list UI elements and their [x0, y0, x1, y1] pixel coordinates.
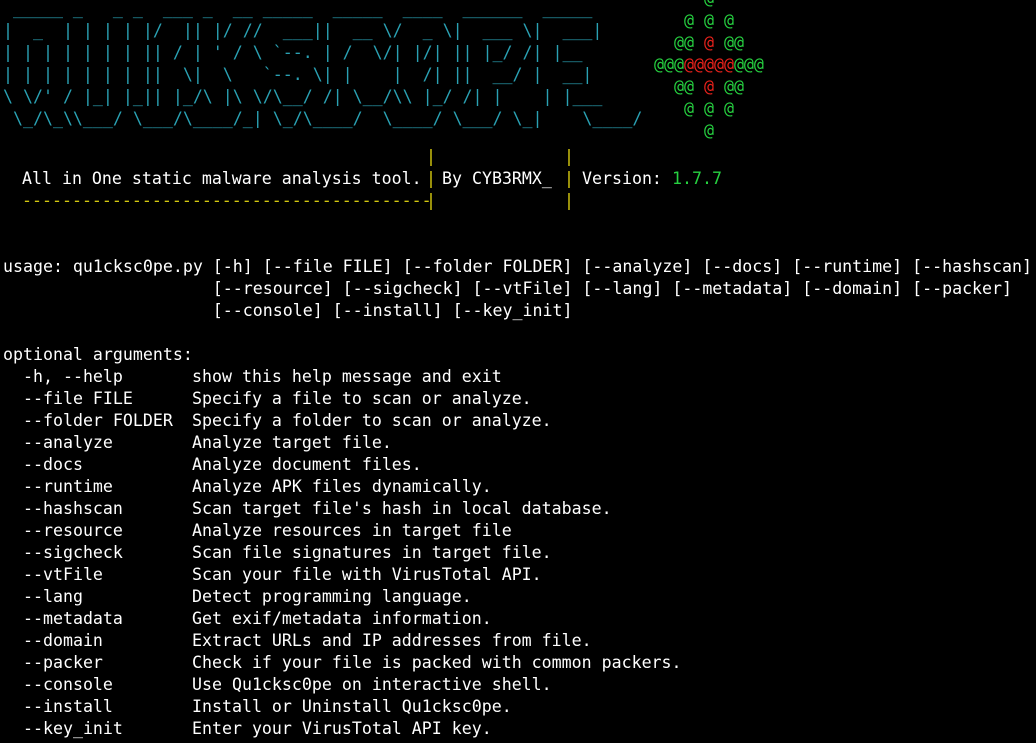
- argument-flag: --resource: [23, 521, 123, 540]
- emblem-glyph: @@@@@: [683, 55, 734, 74]
- argument-description: Detect programming language.: [192, 587, 472, 606]
- argument-flag: --sigcheck: [23, 543, 123, 562]
- argument-description: Enter your VirusTotal API key.: [192, 719, 492, 738]
- argument-description: Get exif/metadata information.: [192, 609, 492, 628]
- emblem-glyph: @ @ @: [684, 11, 734, 30]
- info-separator-mid-2: |: [564, 169, 574, 188]
- argument-description: Specify a folder to scan or analyze.: [192, 411, 552, 430]
- argument-flag: --lang: [23, 587, 83, 606]
- emblem-glyph: @: [704, 121, 714, 140]
- argument-flag: --folder FOLDER: [23, 411, 173, 430]
- argument-description: Analyze target file.: [192, 433, 392, 452]
- argument-description: Scan your file with VirusTotal API.: [192, 565, 542, 584]
- argument-flag: --metadata: [23, 609, 123, 628]
- emblem-row: @ @ @: [684, 10, 734, 32]
- emblem-row: @ @ @: [684, 98, 734, 120]
- emblem-glyph: @@@: [654, 55, 684, 74]
- info-separator-top-1: |: [426, 147, 436, 166]
- argument-description: Specify a file to scan or analyze.: [192, 389, 532, 408]
- info-separator-top-2: |: [564, 147, 574, 166]
- terminal-window[interactable]: _____ _ _ _ ___ _ __ _____ _____ ____ __…: [0, 0, 1036, 743]
- usage-line-2: [--resource] [--sigcheck] [--vtFile] [--…: [3, 279, 1013, 298]
- argument-flag: --hashscan: [23, 499, 123, 518]
- argument-flag: --key_init: [23, 719, 123, 738]
- argument-description: Analyze resources in target file: [192, 521, 512, 540]
- emblem-row: @: [704, 120, 714, 142]
- usage-line-3: [--console] [--install] [--key_init]: [3, 301, 573, 320]
- argument-flag: --install: [23, 697, 113, 716]
- emblem-row: @: [704, 0, 714, 10]
- info-separator-bottom-1: |: [426, 191, 436, 210]
- argument-flag: --analyze: [23, 433, 113, 452]
- argument-description: Analyze document files.: [192, 455, 422, 474]
- argument-description: show this help message and exit: [192, 367, 502, 386]
- emblem-glyph: @@: [674, 33, 704, 52]
- argument-flag: --vtFile: [23, 565, 103, 584]
- info-separator-bottom-2: |: [564, 191, 574, 210]
- emblem-glyph: @: [704, 0, 714, 8]
- argument-flag: --runtime: [23, 477, 113, 496]
- logo-line: \ \/' / |_| |_|| |_/\ |\ \/\__/ /| \__/\…: [3, 87, 613, 106]
- logo-line: | | | | | | | || \| \ `--. \| | | /| || …: [3, 65, 603, 84]
- emblem-row: @@ @ @@: [674, 32, 744, 54]
- emblem-glyph: @@: [713, 77, 744, 96]
- usage-line-1: usage: qu1cksc0pe.py [-h] [--file FILE] …: [3, 257, 1032, 276]
- author-label: By CYB3RMX_: [442, 169, 552, 188]
- info-separator-mid-1: |: [426, 169, 436, 188]
- emblem-glyph: @@@: [733, 55, 764, 74]
- argument-flag: -h, --help: [23, 367, 123, 386]
- version-value: 1.7.7: [672, 169, 722, 188]
- argument-description: Install or Uninstall Qu1cksc0pe.: [192, 697, 512, 716]
- emblem-glyph: @: [703, 33, 714, 52]
- tool-description: All in One static malware analysis tool.: [22, 169, 422, 188]
- argument-description: Analyze APK files dynamically.: [192, 477, 492, 496]
- optional-arguments-heading: optional arguments:: [3, 345, 193, 364]
- argument-description: Scan target file's hash in local databas…: [192, 499, 612, 518]
- argument-flag: --packer: [23, 653, 103, 672]
- emblem-glyph: @: [703, 77, 714, 96]
- argument-description: Extract URLs and IP addresses from file.: [192, 631, 592, 650]
- version-label: Version:: [582, 169, 662, 188]
- logo-line: | _ | | | | |/ || |/ // ___|| __ \/ _ \|…: [3, 21, 603, 40]
- argument-flag: --docs: [23, 455, 83, 474]
- emblem-row: @@@@@@@@@@@: [654, 54, 764, 76]
- logo-line: _____ _ _ _ ___ _ __ _____ _____ ____ __…: [3, 0, 603, 18]
- emblem-glyph: @ @ @: [684, 99, 734, 118]
- logo-line: \_/\_\\___/ \___/\____/_| \_/\____/ \___…: [3, 109, 653, 128]
- argument-flag: --domain: [23, 631, 103, 650]
- emblem-row: @@ @ @@: [674, 76, 744, 98]
- argument-flag: --file FILE: [23, 389, 133, 408]
- emblem-glyph: @@: [713, 33, 744, 52]
- argument-description: Scan file signatures in target file.: [192, 543, 552, 562]
- argument-description: Use Qu1cksc0pe on interactive shell.: [192, 675, 552, 694]
- description-underline: ----------------------------------------…: [22, 191, 432, 210]
- emblem-glyph: @@: [674, 77, 704, 96]
- logo-line: | | | | | | | || / | ' / \ `--. | / \/| …: [3, 43, 603, 62]
- argument-flag: --console: [23, 675, 113, 694]
- argument-description: Check if your file is packed with common…: [192, 653, 682, 672]
